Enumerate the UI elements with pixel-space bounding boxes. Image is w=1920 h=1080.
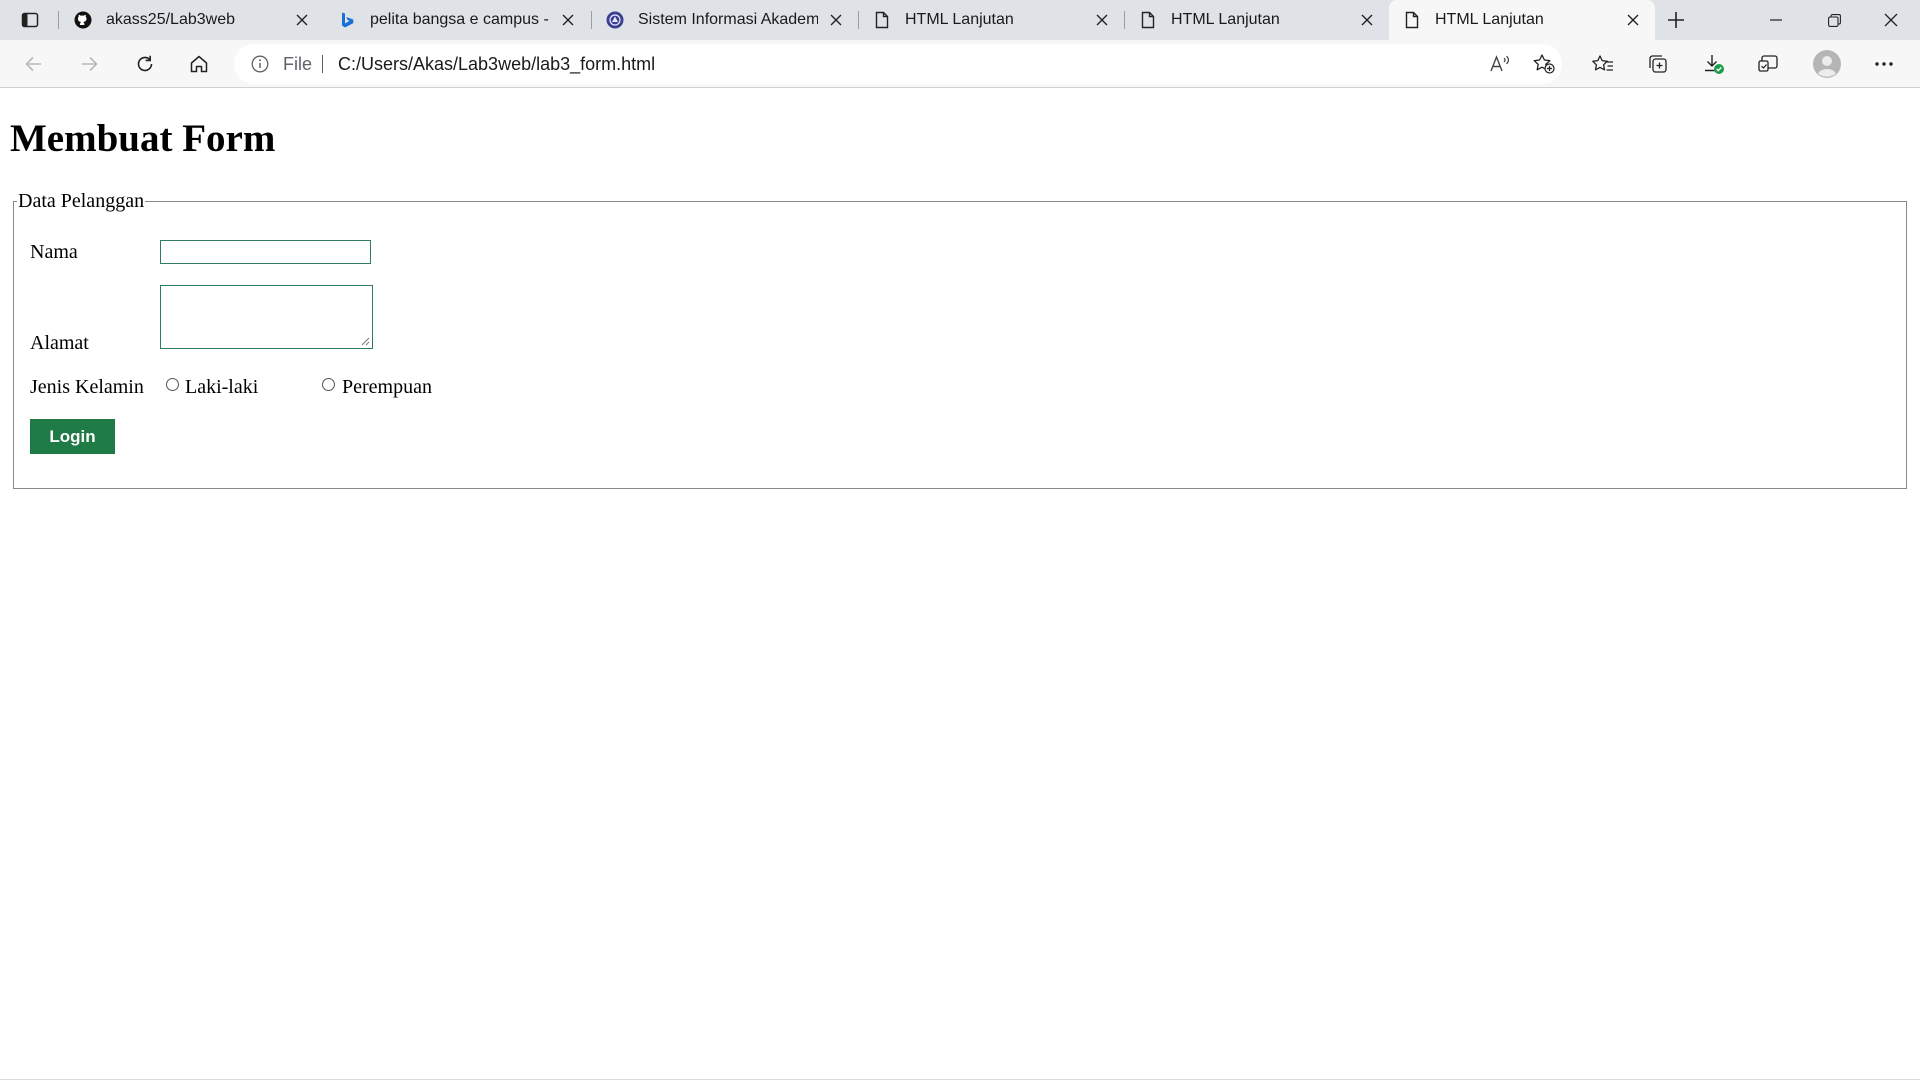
jenis-kelamin-label: Jenis Kelamin xyxy=(30,376,144,398)
tab-title: Sistem Informasi Akademik xyxy=(638,11,818,28)
url-text[interactable]: C:/Users/Akas/Lab3web/lab3_form.html xyxy=(338,55,655,73)
restore-icon[interactable] xyxy=(1805,0,1863,40)
close-tab-icon[interactable] xyxy=(292,10,312,30)
radio-label-laki-laki: Laki-laki xyxy=(185,376,259,398)
close-tab-icon[interactable] xyxy=(1092,10,1112,30)
add-favorite-icon[interactable] xyxy=(1528,50,1560,78)
tab-title: HTML Lanjutan xyxy=(1171,11,1280,28)
close-tab-icon[interactable] xyxy=(1623,10,1643,30)
page-icon xyxy=(1139,11,1157,29)
tab-title: akass25/Lab3web xyxy=(106,11,235,28)
resize-grip-icon[interactable] xyxy=(359,335,370,346)
refresh-icon[interactable] xyxy=(128,48,162,80)
browser-essentials-icon[interactable] xyxy=(1751,48,1785,80)
page-icon xyxy=(873,11,891,29)
browser-toolbar: File C:/Users/Akas/Lab3web/lab3_form.htm… xyxy=(0,40,1920,88)
tab-strip: akass25/Lab3web pelita bangsa e campus -… xyxy=(0,0,1920,40)
home-icon[interactable] xyxy=(182,48,216,80)
login-button[interactable]: Login xyxy=(30,419,115,454)
alamat-textarea[interactable] xyxy=(160,285,373,349)
new-tab-icon[interactable] xyxy=(1659,4,1693,36)
info-icon[interactable] xyxy=(251,55,269,73)
downloads-icon[interactable] xyxy=(1697,48,1731,80)
tab-bing[interactable]: pelita bangsa e campus - Ca xyxy=(324,0,590,40)
tab-html-lanjutan-active[interactable]: HTML Lanjutan xyxy=(1389,0,1655,40)
github-icon xyxy=(74,11,92,29)
page-title: Membuat Form xyxy=(10,117,276,160)
radio-laki-laki[interactable] xyxy=(166,378,179,391)
tab-title: pelita bangsa e campus - Ca xyxy=(370,11,550,28)
tab-title: HTML Lanjutan xyxy=(1435,11,1544,28)
alamat-label: Alamat xyxy=(30,332,89,354)
close-tab-icon[interactable] xyxy=(826,10,846,30)
tab-actions-icon[interactable] xyxy=(13,4,47,36)
nama-label: Nama xyxy=(30,241,78,263)
radio-perempuan[interactable] xyxy=(322,378,335,391)
tab-github[interactable]: akass25/Lab3web xyxy=(60,0,324,40)
radio-label-perempuan: Perempuan xyxy=(342,376,432,398)
collections-icon[interactable] xyxy=(1641,48,1675,80)
minimize-icon[interactable] xyxy=(1747,0,1805,40)
close-tab-icon[interactable] xyxy=(1357,10,1377,30)
fieldset-legend: Data Pelanggan xyxy=(17,189,146,213)
close-window-icon[interactable] xyxy=(1862,0,1920,40)
tab-title: HTML Lanjutan xyxy=(905,11,1014,28)
read-aloud-icon[interactable] xyxy=(1484,50,1516,78)
close-tab-icon[interactable] xyxy=(558,10,578,30)
page-content: Membuat Form Data Pelanggan Nama Alamat … xyxy=(0,88,1920,1080)
back-icon[interactable] xyxy=(17,48,51,80)
profile-avatar[interactable] xyxy=(1810,48,1844,80)
more-icon[interactable] xyxy=(1867,48,1901,80)
tab-html-lanjutan-1[interactable]: HTML Lanjutan xyxy=(859,0,1124,40)
forward-icon[interactable] xyxy=(72,48,106,80)
nama-input[interactable] xyxy=(160,240,371,264)
university-logo-icon xyxy=(606,11,624,29)
favorites-icon[interactable] xyxy=(1586,48,1620,80)
bing-icon xyxy=(338,11,356,29)
tab-siakad[interactable]: Sistem Informasi Akademik xyxy=(592,0,858,40)
tab-html-lanjutan-2[interactable]: HTML Lanjutan xyxy=(1125,0,1389,40)
page-icon xyxy=(1403,11,1421,29)
scheme-label: File xyxy=(283,54,313,74)
address-bar[interactable]: File C:/Users/Akas/Lab3web/lab3_form.htm… xyxy=(234,44,1562,84)
